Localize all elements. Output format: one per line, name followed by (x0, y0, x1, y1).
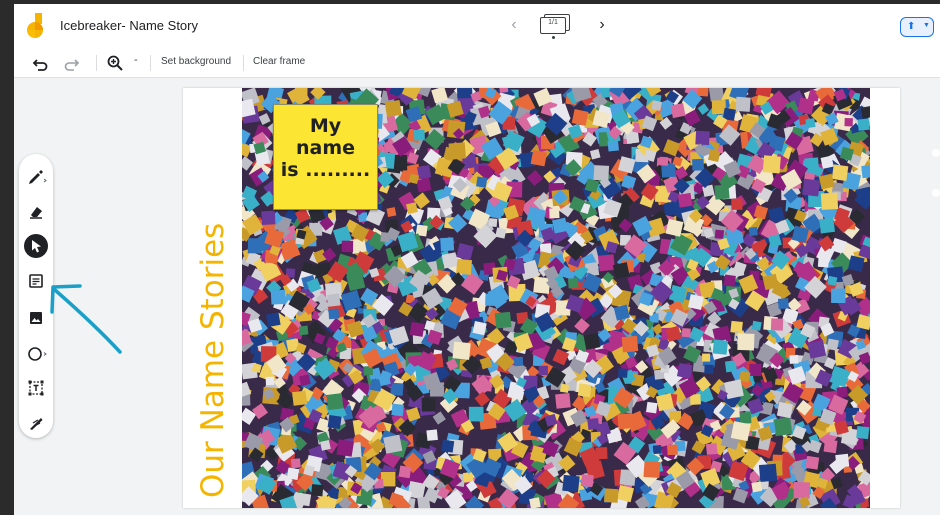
set-background-button[interactable]: Set background (161, 56, 231, 67)
present-icon: ⬆ (907, 21, 916, 32)
pen-icon[interactable] (24, 164, 48, 188)
text-box-icon[interactable] (24, 376, 48, 400)
sticky-line-3: is ......... (280, 159, 371, 181)
clear-frame-button[interactable]: Clear frame (253, 56, 305, 67)
sticky-note-icon[interactable] (24, 269, 48, 293)
present-button[interactable]: ⬆ ▼ (900, 17, 934, 37)
undo-icon[interactable] (32, 54, 50, 72)
frame-counter-button[interactable]: 1/1 (536, 14, 572, 39)
toolbar-divider (150, 55, 151, 71)
frame-expand-indicator (552, 36, 555, 39)
zoom-icon[interactable] (106, 54, 124, 72)
frame-vertical-title[interactable]: Our Name Stories (193, 118, 233, 498)
zoom-out-button[interactable]: - (134, 54, 138, 66)
sticky-line-1: My (309, 115, 342, 137)
jamboard-window: Icebreaker- Name Story ‹ 1/1 › ⬆ ▼ - Set… (14, 4, 940, 515)
frame-counter-label: 1/1 (548, 19, 558, 26)
toolbar-divider (243, 55, 244, 71)
chevron-left-icon[interactable]: ‹ (506, 14, 522, 36)
laser-icon[interactable] (24, 411, 48, 435)
sticky-note[interactable]: My name is ......... (273, 104, 378, 210)
document-title[interactable]: Icebreaker- Name Story (60, 18, 198, 33)
jamboard-logo-icon[interactable] (26, 13, 48, 39)
jam-frame-canvas[interactable]: Our Name Stories My name is ......... (183, 88, 900, 508)
chevron-right-icon[interactable]: › (594, 14, 610, 36)
eraser-icon[interactable] (24, 199, 48, 223)
toolbar-divider (96, 55, 97, 71)
app-header: Icebreaker- Name Story ‹ 1/1 › ⬆ ▼ (14, 4, 940, 48)
edit-toolbar: - Set background Clear frame (14, 48, 940, 78)
select-icon[interactable] (24, 234, 48, 258)
circle-icon[interactable] (24, 342, 48, 366)
sticky-line-2: name (295, 137, 356, 159)
caret-down-icon: ▼ (923, 22, 930, 29)
redo-icon[interactable] (62, 54, 80, 72)
tool-panel (19, 154, 53, 438)
image-icon[interactable] (24, 306, 48, 330)
